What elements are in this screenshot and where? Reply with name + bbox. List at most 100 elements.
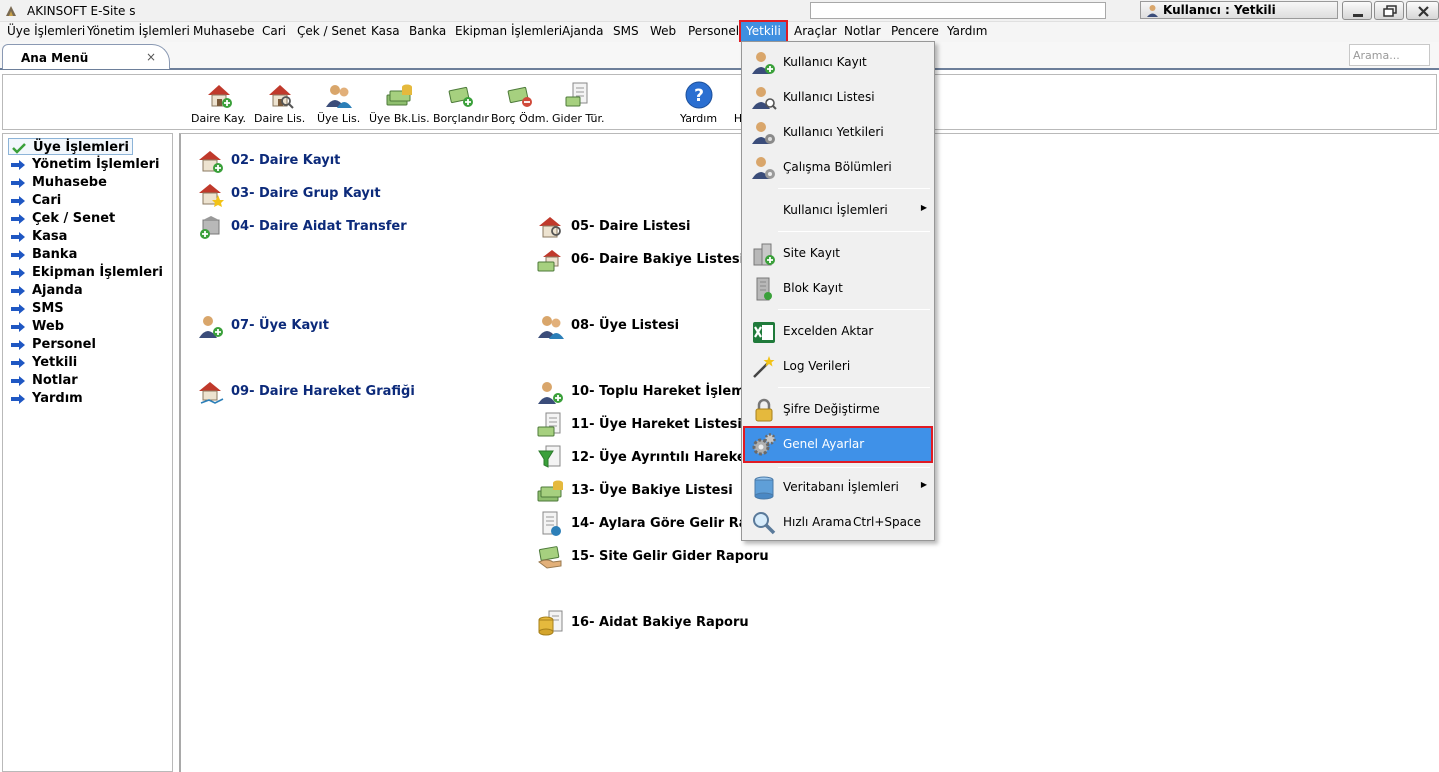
sidebar-item-yonetim-islemleri[interactable]: Yönetim İşlemleri [8,156,160,173]
sidebar-item-ajanda[interactable]: Ajanda [8,282,83,299]
sidebar-item-banka[interactable]: Banka [8,246,77,263]
house-chart-icon [199,382,224,404]
toolbar-yardim-button[interactable]: ? Yardım [680,81,717,125]
menu-ekipman-islemleri[interactable]: Ekipman İşlemleri [454,22,563,42]
house-add-icon [207,85,232,108]
menu-item-kullanici-listesi[interactable]: Kullanıcı Listesi [745,81,931,114]
link-label: 14- Aylara Göre Gelir Rapo [571,516,766,531]
menu-item-kullanici-yetkileri[interactable]: Kullanıcı Yetkileri [745,116,931,149]
application-window: AKINSOFT E-Site s Kullanıcı : Yetkili Üy… [0,0,1439,772]
menu-item-label: Blok Kayıt [783,281,843,295]
sidebar-item-muhasebe[interactable]: Muhasebe [8,174,107,191]
menu-item-veritabani-islemleri[interactable]: Veritabanı İşlemleri ▶ [745,471,931,504]
menu-yetkili[interactable]: Yetkili [739,20,788,44]
minimize-button[interactable] [1342,1,1372,20]
sidebar-item-kasa[interactable]: Kasa [8,228,67,245]
tab-ana-menu[interactable]: Ana Menü × [2,44,170,69]
link-label: 16- Aidat Bakiye Raporu [571,615,749,630]
arrow-right-icon [11,358,25,368]
menu-kasa[interactable]: Kasa [370,22,401,42]
sidebar-item-sms[interactable]: SMS [8,300,64,317]
menu-uye-islemleri[interactable]: Üye İşlemleri [6,22,86,42]
report-icon [542,511,561,536]
gears-icon [752,433,776,456]
menu-bar: Üye İşlemleri Yönetim İşlemleri Muhasebe… [0,20,1439,44]
menu-item-label: Kullanıcı Yetkileri [783,125,884,139]
sidebar-item-label: Çek / Senet [32,211,116,226]
link-label: 08- Üye Listesi [571,318,680,333]
menu-item-genel-ayarlar[interactable]: Genel Ayarlar [743,426,933,463]
menu-personel[interactable]: Personel [687,22,740,42]
menu-web[interactable]: Web [649,22,677,42]
document-money-icon [537,412,561,437]
sidebar-item-label: Web [32,319,64,334]
sidebar-item-label: Ajanda [32,283,83,298]
close-button[interactable] [1406,1,1439,20]
toolbar-uye-bakiye-listesi-button[interactable]: Üye Bk.Lis. [369,81,430,125]
menu-item-label: Excelden Aktar [783,324,874,338]
sidebar-item-label: Yetkili [32,355,78,370]
menu-item-kullanici-islemleri[interactable]: Kullanıcı İşlemleri ▶ [745,194,931,227]
lock-icon [755,398,773,422]
sidebar-item-ekipman-islemleri[interactable]: Ekipman İşlemleri [8,264,163,281]
menu-ajanda[interactable]: Ajanda [561,22,604,42]
menu-item-label: Site Kayıt [783,246,841,260]
menu-item-kullanici-kayit[interactable]: Kullanıcı Kayıt [745,46,931,79]
toolbar-label: Borç Ödm. [491,112,549,125]
menu-araclar[interactable]: Araçlar [793,22,838,42]
arrow-right-icon [11,268,25,278]
menu-yardim[interactable]: Yardım [946,22,988,42]
sidebar-item-label: Notlar [32,373,78,388]
sidebar-item-personel[interactable]: Personel [8,336,96,353]
toolbar-gider-turleri-button[interactable]: Gider Tür. [552,81,605,125]
search-input[interactable] [1349,44,1430,66]
menu-pencere[interactable]: Pencere [890,22,940,42]
tab-close-icon[interactable]: × [146,50,156,64]
toolbar-borc-odeme-button[interactable]: Borç Ödm. [491,81,549,125]
debit-money-icon [448,86,473,107]
sidebar-item-label: Ekipman İşlemleri [32,265,163,280]
menu-item-label: Kullanıcı Kayıt [783,55,867,69]
sidebar-item-uye-islemleri[interactable]: Üye İşlemleri [8,138,133,155]
sidebar-item-cek-senet[interactable]: Çek / Senet [8,210,115,227]
menu-cek-senet[interactable]: Çek / Senet [296,22,367,42]
toolbar-label: Daire Kay. [191,112,247,125]
sidebar-item-label: Banka [32,247,78,262]
menu-cari[interactable]: Cari [261,22,287,42]
title-input-field[interactable] [810,2,1106,19]
arrow-right-icon [11,394,25,404]
menu-sms[interactable]: SMS [612,22,640,42]
restore-button[interactable] [1374,1,1404,20]
building-block-icon [756,277,772,301]
buildings-icon [753,243,775,266]
toolbar-borclandir-button[interactable]: Borçlandır [433,81,489,125]
menu-item-label: Kullanıcı Listesi [783,90,875,104]
menu-item-excelden-aktar[interactable]: Excelden Aktar [745,315,931,348]
menu-notlar[interactable]: Notlar [843,22,882,42]
sidebar-item-yardim[interactable]: Yardım [8,390,83,407]
toolbar-label: Borçlandır [433,112,489,125]
menu-item-calisma-bolumleri[interactable]: Çalışma Bölümleri [745,151,931,184]
sidebar-item-cari[interactable]: Cari [8,192,61,209]
toolbar-uye-listesi-button[interactable]: Üye Lis. [317,81,360,125]
menu-item-sifre-degistirme[interactable]: Şifre Değiştirme [745,393,931,426]
menu-muhasebe[interactable]: Muhasebe [192,22,256,42]
menu-item-shortcut: Ctrl+Space [853,515,921,529]
menu-item-hizli-arama[interactable]: Hızlı Arama Ctrl+Space [745,506,931,539]
sidebar-item-web[interactable]: Web [8,318,64,335]
menu-yonetim-islemleri[interactable]: Yönetim İşlemleri [86,22,191,42]
toolbar-daire-listesi-button[interactable]: Daire Lis. [254,81,305,125]
sidebar-item-yetkili[interactable]: Yetkili [8,354,77,371]
toolbar-daire-kayit-button[interactable]: Daire Kay. [191,81,246,125]
sidebar-item-notlar[interactable]: Notlar [8,372,78,389]
navigation-sidebar: Üye İşlemleri Yönetim İşlemleri Muhasebe… [2,133,173,772]
menu-banka[interactable]: Banka [408,22,447,42]
menu-item-log-verileri[interactable]: Log Verileri [745,350,931,383]
menu-item-site-kayit[interactable]: Site Kayıt [745,237,931,270]
menu-item-blok-kayit[interactable]: Blok Kayıt [745,272,931,305]
link-label: 06- Daire Bakiye Listesi [571,252,745,267]
minimize-icon [1353,14,1363,17]
house-star-icon [199,184,224,207]
link-label: 12- Üye Ayrıntılı Hareket L [571,450,765,465]
building-transfer-icon [200,216,220,239]
